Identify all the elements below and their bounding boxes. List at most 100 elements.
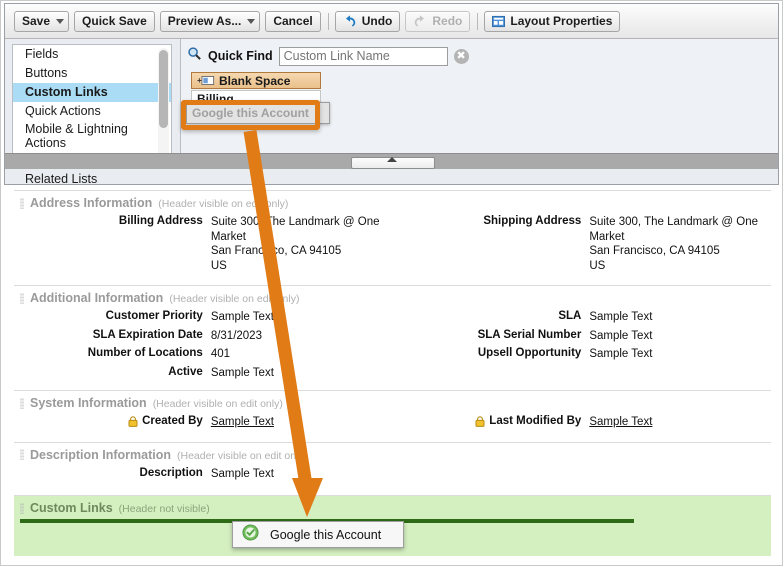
toolbar-divider — [327, 12, 329, 30]
undo-arrow-icon — [343, 14, 357, 28]
field-value: Sample Text — [210, 467, 274, 480]
padlock-icon — [128, 415, 138, 427]
palette-item-blank-space[interactable]: + Blank Space — [191, 72, 321, 89]
field-row[interactable]: Customer Priority Sample Text — [14, 308, 393, 327]
section-note: (Header visible on edit only) — [169, 293, 300, 305]
quick-find-row: Quick Find ✖ — [187, 45, 469, 67]
editor-toolbar: Save Quick Save Preview As... Cancel Und… — [5, 4, 778, 39]
field-value: Sample Text — [210, 311, 274, 323]
sidebar-item-custom-links[interactable]: Custom Links — [13, 83, 171, 102]
field-row[interactable]: Created By Sample Text — [14, 413, 393, 432]
save-button[interactable]: Save — [14, 10, 70, 32]
save-label: Save — [22, 14, 51, 28]
field-label: Last Modified By — [393, 415, 590, 427]
section-note: (Header visible on edit only) — [152, 398, 283, 410]
redo-label: Redo — [432, 14, 463, 28]
redo-arrow-icon — [413, 14, 427, 28]
section-title: System Information — [30, 396, 147, 410]
screenshot-root: Save Quick Save Preview As... Cancel Und… — [0, 0, 784, 567]
drag-grip-icon[interactable] — [20, 502, 24, 514]
palette-scrollbar-thumb[interactable] — [159, 50, 168, 128]
field-label: SLA Serial Number — [477, 328, 582, 341]
field-label: Shipping Address — [483, 215, 582, 227]
field-value: Sample Text — [210, 366, 274, 379]
svg-text:+: + — [197, 76, 202, 85]
field-value: Sample Text — [589, 329, 653, 342]
chevron-down-icon[interactable] — [56, 18, 65, 24]
sidebar-item-related-lists[interactable]: Related Lists — [13, 170, 171, 189]
field-label: Number of Locations — [87, 347, 203, 359]
preview-as-button[interactable]: Preview As... — [159, 10, 261, 32]
field-label: SLA Expiration Date — [92, 328, 203, 341]
section-additional-information: Additional Information (Header visible o… — [14, 286, 771, 390]
field-label: Billing Address — [118, 215, 203, 227]
field-row[interactable]: SLA Serial Number Sample Text — [393, 327, 772, 346]
toolbar-divider — [477, 12, 479, 30]
drag-grip-icon[interactable] — [20, 197, 24, 209]
column-right: SLA Sample Text SLA Serial Number Sample… — [393, 308, 772, 382]
editor-body: Fields Buttons Custom Links Quick Action… — [5, 39, 778, 186]
column-right: Shipping Address Suite 300, The Landmark… — [393, 213, 772, 275]
chevron-up-icon[interactable] — [386, 157, 397, 162]
column-left: Created By Sample Text — [14, 413, 393, 432]
field-label: SLA — [558, 310, 582, 322]
field-value: 8/31/2023 — [210, 329, 262, 342]
section-header[interactable]: Additional Information (Header visible o… — [14, 286, 771, 308]
chevron-down-icon[interactable] — [247, 18, 256, 24]
quick-save-button[interactable]: Quick Save — [74, 10, 155, 32]
section-note: (Header visible on edit only) — [158, 198, 289, 210]
section-grid: Billing Address Suite 300, The Landmark … — [14, 213, 771, 275]
field-row[interactable]: SLA Expiration Date 8/31/2023 — [14, 327, 393, 346]
section-title: Description Information — [30, 447, 171, 462]
sidebar-item-mobile-lightning-actions[interactable]: Mobile & Lightning Actions — [13, 121, 147, 151]
field-row[interactable]: Number of Locations 401 — [14, 345, 393, 364]
drag-grip-icon[interactable] — [20, 449, 24, 460]
column-right — [393, 465, 772, 484]
sidebar-item-buttons[interactable]: Buttons — [13, 64, 171, 83]
section-description-information: Description Information (Header visible … — [14, 443, 771, 496]
cancel-button[interactable]: Cancel — [265, 10, 321, 32]
drag-grip-icon[interactable] — [20, 292, 24, 304]
field-row[interactable]: Active Sample Text — [14, 364, 393, 383]
sidebar-item-fields[interactable]: Fields — [13, 45, 171, 64]
field-row[interactable]: Billing Address Suite 300, The Landmark … — [14, 213, 393, 275]
drag-ghost-card[interactable]: Google this Account — [232, 521, 404, 548]
field-row[interactable]: SLA Sample Text — [393, 308, 772, 327]
section-grid: Description Sample Text — [14, 465, 771, 484]
section-title: Additional Information — [30, 291, 164, 305]
field-row[interactable]: Description Sample Text — [14, 465, 393, 484]
undo-button[interactable]: Undo — [334, 10, 401, 32]
quick-find-input[interactable] — [278, 46, 448, 66]
clear-x-icon[interactable]: ✖ — [453, 48, 469, 64]
column-left: Description Sample Text — [14, 465, 393, 484]
field-value: Sample Text — [589, 348, 653, 360]
section-address-information: Address Information (Header visible on e… — [14, 191, 771, 285]
field-value: Suite 300, The Landmark @ One Market San… — [210, 216, 380, 272]
layout-properties-button[interactable]: Layout Properties — [484, 10, 621, 32]
palette-scrollbar[interactable] — [158, 48, 169, 164]
layout-grid-icon — [492, 15, 506, 28]
field-row[interactable]: Shipping Address Suite 300, The Landmark… — [393, 213, 772, 275]
sidebar-item-quick-actions[interactable]: Quick Actions — [13, 102, 171, 121]
field-value[interactable]: Sample Text — [589, 415, 771, 430]
section-header[interactable]: Description Information (Header visible … — [14, 443, 771, 465]
field-value: Suite 300, The Landmark @ One Market San… — [589, 216, 759, 272]
field-label: Active — [168, 365, 203, 378]
layout-properties-label: Layout Properties — [510, 14, 613, 28]
green-check-circle-icon — [242, 523, 259, 546]
section-grid: Created By Sample Text Last Modified By — [14, 413, 771, 432]
section-note: (Header visible on edit only) — [176, 449, 308, 462]
section-header[interactable]: System Information (Header visible on ed… — [14, 391, 771, 413]
field-label: Description — [139, 466, 203, 479]
field-value[interactable]: Sample Text — [211, 415, 393, 430]
field-row[interactable]: Upsell Opportunity Sample Text — [393, 345, 772, 364]
drag-grip-icon[interactable] — [20, 397, 24, 409]
page-layout-editor-panel: Save Quick Save Preview As... Cancel Und… — [4, 3, 779, 186]
field-row[interactable]: Last Modified By Sample Text — [393, 413, 772, 432]
section-header[interactable]: Custom Links (Header not visible) — [14, 496, 771, 518]
drag-ghost-label: Google this Account — [270, 527, 382, 542]
palette-category-list[interactable]: Fields Buttons Custom Links Quick Action… — [12, 44, 172, 186]
section-header[interactable]: Address Information (Header visible on e… — [14, 191, 771, 213]
panel-splitter[interactable] — [5, 153, 778, 169]
field-value: 401 — [210, 348, 230, 360]
